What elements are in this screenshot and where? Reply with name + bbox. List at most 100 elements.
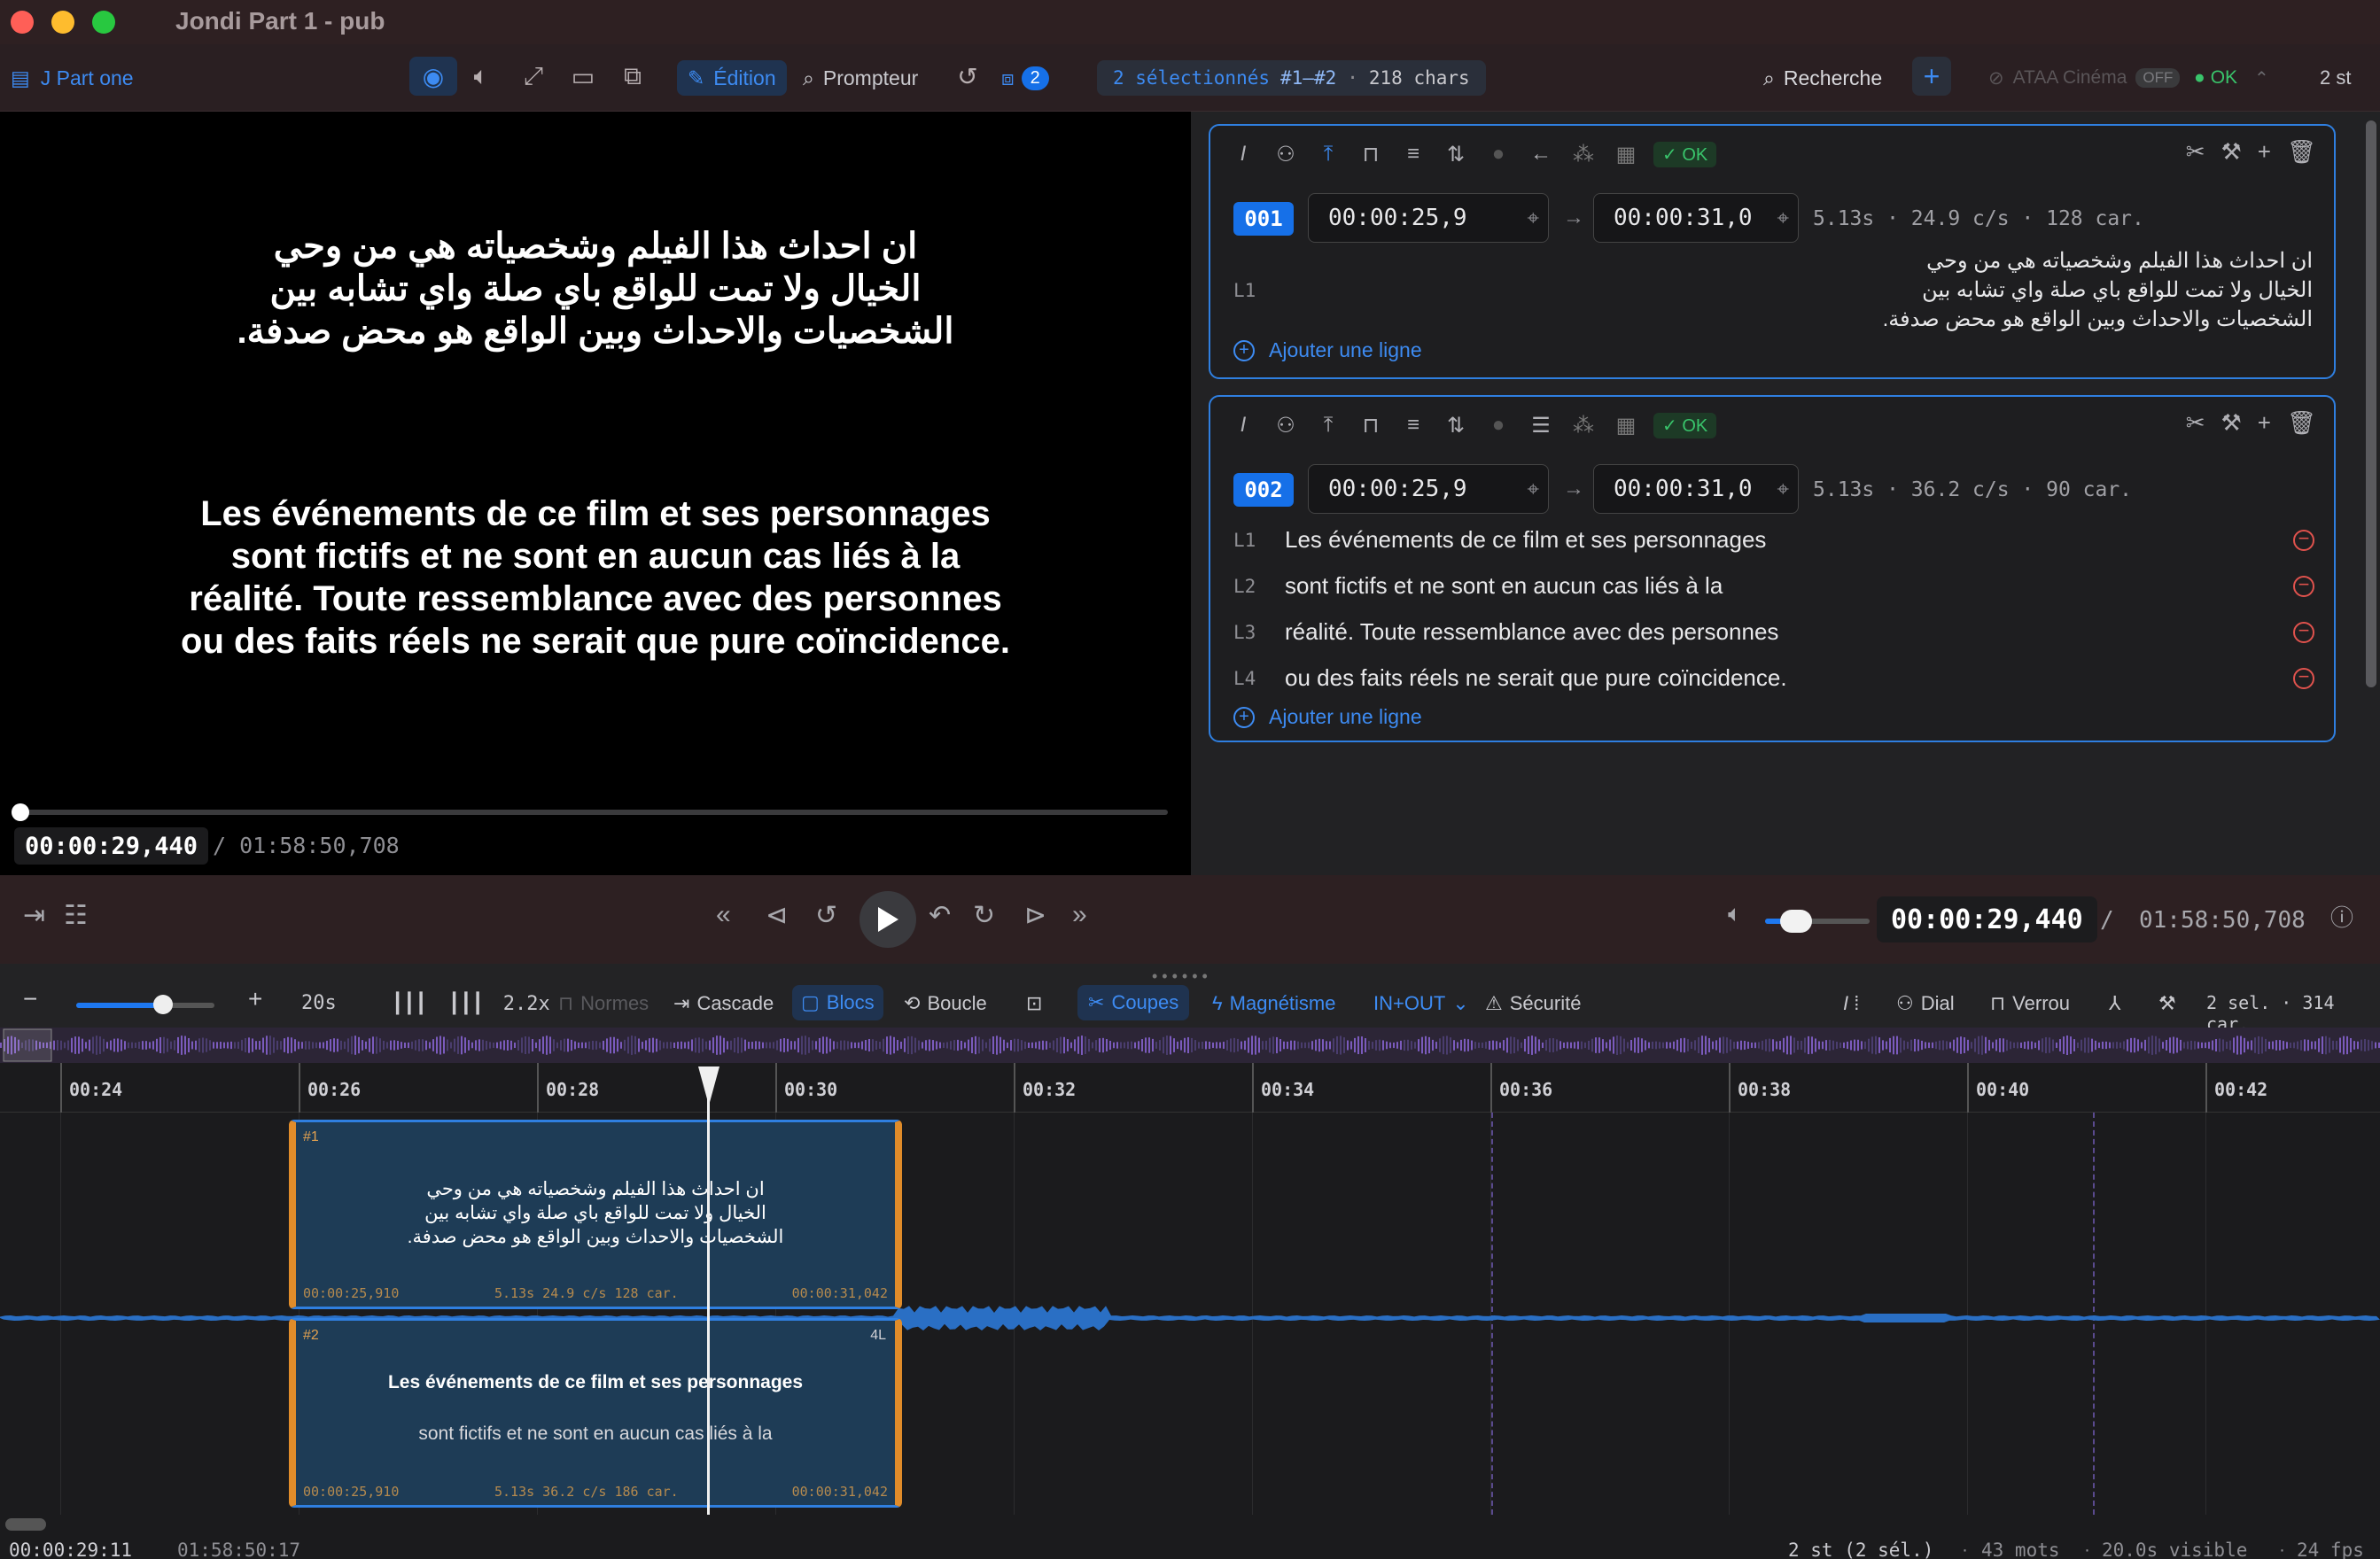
- rewind-icon[interactable]: «: [716, 900, 731, 930]
- line-text[interactable]: sont fictifs et ne sont en aucun cas lié…: [1285, 572, 1723, 600]
- remove-line-icon[interactable]: −: [2293, 575, 2314, 597]
- target-icon[interactable]: ⌖: [1527, 206, 1539, 230]
- target-icon[interactable]: ⌖: [1777, 477, 1789, 501]
- color-dot-icon[interactable]: ●: [1483, 142, 1513, 167]
- add-line-button[interactable]: + Ajouter une ligne: [1233, 338, 1422, 362]
- chevron-up-icon[interactable]: ⌃: [2254, 60, 2269, 96]
- left-align-icon[interactable]: ☰: [1526, 413, 1556, 438]
- zoom-handle[interactable]: [153, 995, 174, 1014]
- waveform-icon[interactable]: ┃┃┃: [392, 992, 427, 1015]
- trash-icon[interactable]: 🗑︎: [2287, 409, 2316, 441]
- speaker-icon[interactable]: 🔈︎: [459, 57, 503, 96]
- waveform-zoom-button[interactable]: ┃┃┃ 2.2x: [448, 992, 550, 1015]
- video-preview[interactable]: ان احداث هذا الفيلم وشخصياته هي من وحي ا…: [0, 112, 1191, 875]
- eye-icon[interactable]: ◉: [409, 57, 457, 96]
- swap-vertical-icon[interactable]: ⇅: [1441, 413, 1471, 438]
- securite-toggle[interactable]: ⚠ Sécurité: [1485, 992, 1581, 1015]
- zoom-out-icon[interactable]: −: [23, 985, 37, 1013]
- edit-mode-button[interactable]: ✎ Édition: [677, 60, 787, 96]
- close-window-button[interactable]: [11, 11, 34, 34]
- plus-icon[interactable]: +: [2258, 409, 2271, 441]
- volume-slider[interactable]: [1765, 910, 1870, 933]
- magic-wand-icon[interactable]: ⁂: [1568, 142, 1598, 167]
- line-text[interactable]: ou des faits réels ne serait que pure co…: [1285, 664, 1787, 692]
- dial-toggle[interactable]: ⚇ Dial: [1896, 992, 1955, 1015]
- remove-line-icon[interactable]: −: [2293, 621, 2314, 643]
- history-icon[interactable]: ↺: [948, 57, 987, 96]
- timecode-out-field[interactable]: 00:00:31,0 ⌖: [1593, 464, 1799, 514]
- next-frame-icon[interactable]: ⊳: [1024, 900, 1046, 931]
- speakers-icon[interactable]: ⚇: [1271, 413, 1301, 438]
- cascade-toggle[interactable]: ⇥ Cascade: [673, 992, 774, 1015]
- center-align-icon[interactable]: ≡: [1398, 142, 1428, 167]
- center-align-icon[interactable]: ≡: [1398, 413, 1428, 438]
- scrubber-handle[interactable]: [12, 803, 30, 821]
- line-text-arabic[interactable]: ان احداث هذا الفيلم وشخصياته هي من وحي ا…: [1427, 246, 2313, 334]
- timeline-scrollbar[interactable]: [5, 1518, 46, 1531]
- speakers-icon[interactable]: ⚇: [1271, 142, 1301, 167]
- color-dot-icon[interactable]: ●: [1483, 413, 1513, 438]
- verrou-toggle[interactable]: ⊓ Verrou: [1990, 992, 2070, 1015]
- wrench-icon[interactable]: ⚒: [2158, 992, 2176, 1015]
- trash-icon[interactable]: 🗑︎: [2287, 138, 2316, 170]
- add-line-button[interactable]: + Ajouter une ligne: [1233, 705, 1422, 729]
- undo-icon[interactable]: ↶: [929, 900, 951, 931]
- align-top-icon[interactable]: ⤒: [1313, 142, 1343, 167]
- calendar-icon[interactable]: ▦: [1611, 142, 1641, 167]
- italic-icon[interactable]: I: [1228, 142, 1258, 167]
- pip-icon[interactable]: ⧉: [613, 57, 652, 96]
- target-icon[interactable]: ⌖: [1527, 477, 1539, 501]
- magic-wand-icon[interactable]: ⁂: [1568, 413, 1598, 438]
- subtitle-card-002[interactable]: I ⚇ ⤒ ⊓ ≡ ⇅ ● ☰ ⁂ ▦ ✓ OK ✂ ⚒ + 🗑︎ 002 00…: [1209, 395, 2336, 742]
- line-text[interactable]: réalité. Toute ressemblance avec des per…: [1285, 618, 1778, 646]
- minimap-viewport[interactable]: [3, 1028, 52, 1062]
- italic-icon[interactable]: I ⁞: [1843, 992, 1859, 1015]
- info-icon[interactable]: ⓘ: [2330, 900, 2353, 933]
- zoom-in-icon[interactable]: +: [248, 985, 262, 1013]
- previous-frame-icon[interactable]: ⊲: [766, 900, 788, 931]
- subtitle-card-001[interactable]: I ⚇ ⤒ ⊓ ≡ ⇅ ● ← ⁂ ▦ ✓ OK ✂ ⚒ + 🗑︎ 001 00…: [1209, 124, 2336, 379]
- resize-handle-icon[interactable]: • • • • • •: [1152, 967, 1208, 986]
- line-text[interactable]: Les événements de ce film et ses personn…: [1285, 526, 1766, 554]
- unlock-icon[interactable]: ⊓: [1356, 413, 1386, 438]
- zoom-slider[interactable]: [76, 995, 214, 1014]
- play-button[interactable]: [859, 891, 916, 948]
- expand-icon[interactable]: ⤢: [514, 57, 553, 96]
- folder-icon[interactable]: ▭: [564, 57, 603, 96]
- go-to-in-icon[interactable]: ⇥: [23, 900, 45, 931]
- forward-5-icon[interactable]: ↻: [973, 900, 995, 931]
- time-ruler[interactable]: 00:24 00:26 00:28 00:30 00:32 00:34 00:36 00:38…: [0, 1063, 2380, 1113]
- zoom-window-button[interactable]: [92, 11, 115, 34]
- target-icon[interactable]: ⌖: [1777, 206, 1789, 230]
- timecode-in-field[interactable]: 00:00:25,9 ⌖: [1308, 464, 1549, 514]
- normes-toggle[interactable]: ⊓ Normes: [558, 992, 649, 1015]
- wrench-icon[interactable]: ⚒: [2221, 138, 2241, 170]
- italic-icon[interactable]: I: [1228, 413, 1258, 438]
- arrow-left-icon[interactable]: ←: [1526, 142, 1556, 167]
- search-button[interactable]: ⌕ Recherche: [1763, 60, 1882, 96]
- speaker-icon[interactable]: 🔈︎: [1728, 900, 1742, 928]
- scissors-icon[interactable]: ✂: [2186, 409, 2205, 441]
- list-icon[interactable]: ☷: [64, 900, 88, 931]
- swap-vertical-icon[interactable]: ⇅: [1441, 142, 1471, 167]
- snapshots-button[interactable]: ⧈ 2: [1001, 60, 1049, 96]
- frame-icon[interactable]: ⊡: [1026, 992, 1042, 1015]
- boucle-toggle[interactable]: ⟲ Boucle: [904, 992, 987, 1015]
- unlock-icon[interactable]: ⊓: [1356, 142, 1386, 167]
- editor-scrollbar[interactable]: [2366, 120, 2376, 687]
- timeline-block-1[interactable]: #1 ان احداث هذا الفيلم وشخصياته هي من وح…: [289, 1120, 902, 1309]
- remove-line-icon[interactable]: −: [2293, 667, 2314, 689]
- timeline-block-2[interactable]: #2 4L Les événements de ce film et ses p…: [289, 1318, 902, 1508]
- wrench-icon[interactable]: ⚒: [2221, 409, 2241, 441]
- waveform-minimap[interactable]: [0, 1028, 2380, 1063]
- fast-forward-icon[interactable]: »: [1072, 900, 1087, 930]
- prompter-button[interactable]: ⌕ Prompteur: [803, 60, 918, 96]
- ataa-toggle[interactable]: ⊘ ATAA Cinéma OFF: [1988, 60, 2181, 96]
- plus-icon[interactable]: +: [2258, 138, 2271, 170]
- back-5-icon[interactable]: ↺: [815, 900, 837, 931]
- project-selector[interactable]: ▤ J Part one: [11, 60, 134, 96]
- playhead[interactable]: [707, 1066, 710, 1515]
- timecode-in-field[interactable]: 00:00:25,9 ⌖: [1308, 193, 1549, 243]
- inout-dropdown[interactable]: IN+OUT ⌄: [1373, 992, 1469, 1015]
- magnetisme-toggle[interactable]: ϟ Magnétisme: [1212, 992, 1336, 1015]
